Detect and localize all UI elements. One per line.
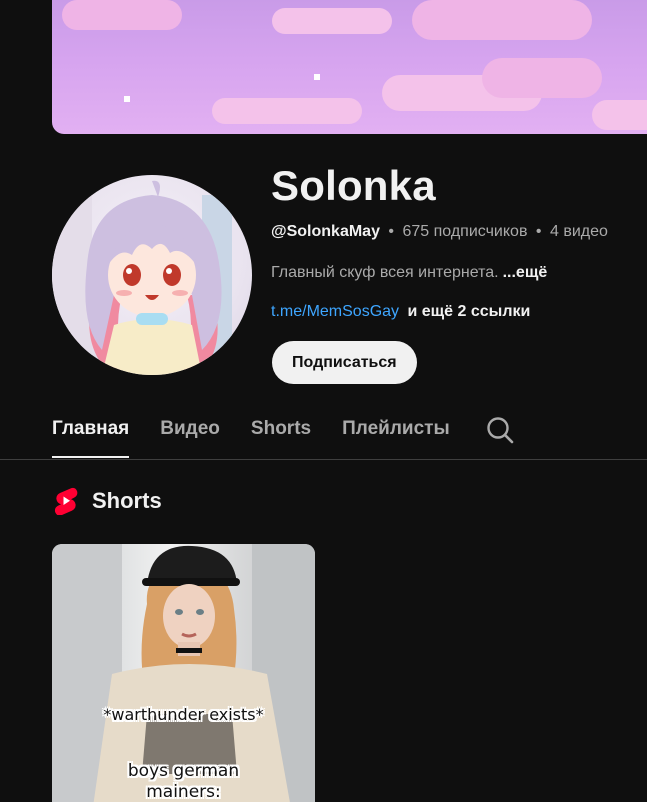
short-caption-top: *warthunder exists* xyxy=(103,705,264,724)
tab-shorts[interactable]: Shorts xyxy=(251,412,311,458)
short-caption-bottom-line2: mainers: xyxy=(146,782,221,802)
shorts-logo-icon xyxy=(54,487,78,516)
subscriber-count: 675 подписчиков xyxy=(402,223,528,240)
channel-banner xyxy=(52,0,647,134)
meta-separator: • xyxy=(535,223,542,240)
channel-handle[interactable]: @SolonkaMay xyxy=(271,223,380,240)
search-icon[interactable] xyxy=(486,416,514,444)
channel-name: Solonka xyxy=(271,162,436,209)
tabs-divider xyxy=(0,459,647,460)
channel-avatar[interactable] xyxy=(52,175,252,375)
channel-link[interactable]: t.me/MemSosGay xyxy=(271,303,399,320)
subscribe-button[interactable]: Подписаться xyxy=(272,341,417,384)
tab-playlists[interactable]: Плейлисты xyxy=(342,412,450,458)
shorts-section-header: Shorts xyxy=(54,487,162,516)
short-caption-bottom-line1: boys german xyxy=(127,761,240,781)
more-links-button[interactable]: и ещё 2 ссылки xyxy=(407,303,530,320)
channel-meta: @SolonkaMay • 675 подписчиков • 4 видео xyxy=(271,223,608,241)
meta-separator: • xyxy=(388,223,395,240)
channel-tabs: Главная Видео Shorts Плейлисты xyxy=(52,412,481,460)
shorts-section-title: Shorts xyxy=(92,488,162,513)
tab-videos[interactable]: Видео xyxy=(160,412,220,458)
channel-page: Solonka @SolonkaMay • 675 подписчиков • … xyxy=(0,0,647,802)
short-card[interactable]: *warthunder exists* boys german mainers: xyxy=(52,544,315,802)
channel-description[interactable]: Главный скуф всея интернета. ...ещё xyxy=(271,264,547,282)
description-more-button[interactable]: ...ещё xyxy=(503,264,548,281)
short-thumbnail: *warthunder exists* boys german mainers: xyxy=(52,544,315,802)
video-count: 4 видео xyxy=(549,223,608,240)
avatar-illustration xyxy=(52,175,232,375)
tab-home[interactable]: Главная xyxy=(52,412,130,458)
description-text: Главный скуф всея интернета. xyxy=(271,264,499,281)
channel-links: t.me/MemSosGay и ещё 2 ссылки xyxy=(271,303,530,321)
